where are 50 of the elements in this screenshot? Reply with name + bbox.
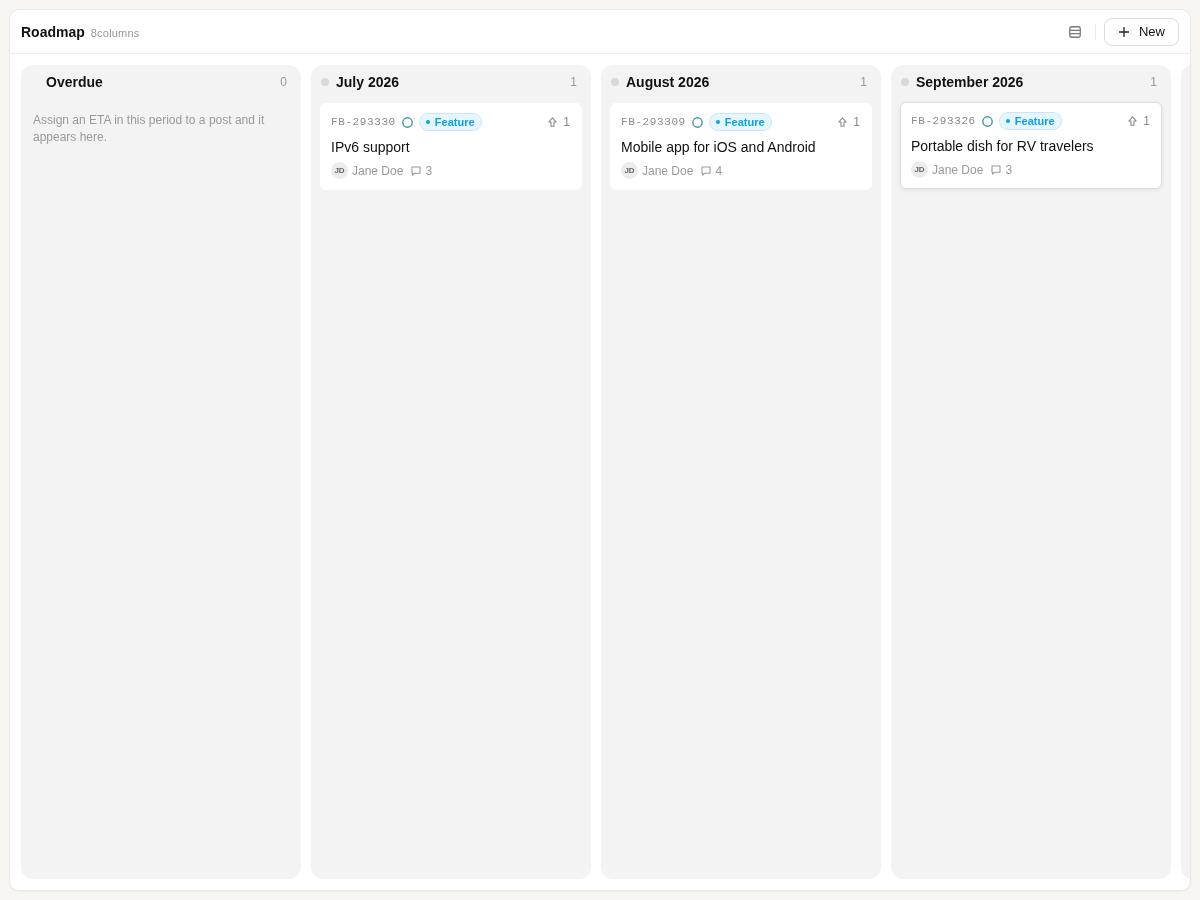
status-ring-icon xyxy=(691,116,703,128)
card-count: 1 xyxy=(570,75,577,89)
arrow-up-icon[interactable] xyxy=(548,117,558,127)
card-count: 0 xyxy=(280,75,287,89)
avatar: JD xyxy=(911,161,928,178)
comment-icon xyxy=(411,165,422,176)
avatar: JD xyxy=(331,162,348,179)
comment-count: 4 xyxy=(715,163,723,178)
avatar: JD xyxy=(621,162,638,179)
author-name: Jane Doe xyxy=(642,163,694,178)
author-name: Jane Doe xyxy=(932,162,984,177)
post-title: Portable dish for RV travelers xyxy=(911,137,1095,156)
post-id: FB-293326 xyxy=(911,115,976,127)
arrow-up-icon[interactable] xyxy=(838,117,848,127)
empty-message: Assign an ETA in this period to a post and it appears here. xyxy=(32,112,266,146)
tag-dot-icon xyxy=(715,120,720,124)
vote-count: 1 xyxy=(563,115,570,129)
tag-dot-icon xyxy=(1005,119,1010,123)
plus-icon xyxy=(1119,26,1129,37)
column-title: July 2026 xyxy=(336,74,401,90)
post-title: IPv6 support xyxy=(331,138,411,157)
column-title: August 2026 xyxy=(626,74,711,90)
new-button[interactable]: New xyxy=(1104,17,1179,46)
post-card[interactable]: FB-293309 Feature 1 Mobile app for iOS and Android JD Jane Doe 4 xyxy=(610,103,872,190)
tag-label: Feature xyxy=(1014,115,1055,127)
post-title: Mobile app for iOS and Android xyxy=(621,138,817,157)
tag-label: Feature xyxy=(434,116,475,128)
column-title: Overdue xyxy=(46,74,104,90)
post-id: FB-293309 xyxy=(621,116,686,128)
author-name: Jane Doe xyxy=(352,163,404,178)
comment-count: 3 xyxy=(1005,162,1013,177)
status-ring-icon xyxy=(981,115,993,127)
status-ring-icon xyxy=(401,116,413,128)
page-title: Roadmap xyxy=(21,23,85,40)
column-total: 8columns xyxy=(90,26,140,39)
arrow-up-icon[interactable] xyxy=(1128,116,1138,126)
comment-count: 3 xyxy=(425,163,433,178)
vote-count: 1 xyxy=(853,115,860,129)
tag-dot-icon xyxy=(425,120,430,124)
tag-label: Feature xyxy=(724,116,765,128)
list-view-icon[interactable] xyxy=(1069,25,1081,38)
card-count: 1 xyxy=(860,75,867,89)
card-count: 1 xyxy=(1150,75,1157,89)
post-card[interactable]: FB-293326 Feature 1 Portable dish for RV travelers JD Jane Doe 3 xyxy=(900,102,1162,189)
comment-icon xyxy=(991,164,1002,175)
vote-count: 1 xyxy=(1143,114,1150,128)
post-id: FB-293330 xyxy=(331,116,396,128)
column-title: September 2026 xyxy=(916,74,1025,90)
post-card[interactable]: FB-293330 Feature 1 IPv6 support JD Jane Doe 3 xyxy=(320,103,582,190)
comment-icon xyxy=(701,165,712,176)
